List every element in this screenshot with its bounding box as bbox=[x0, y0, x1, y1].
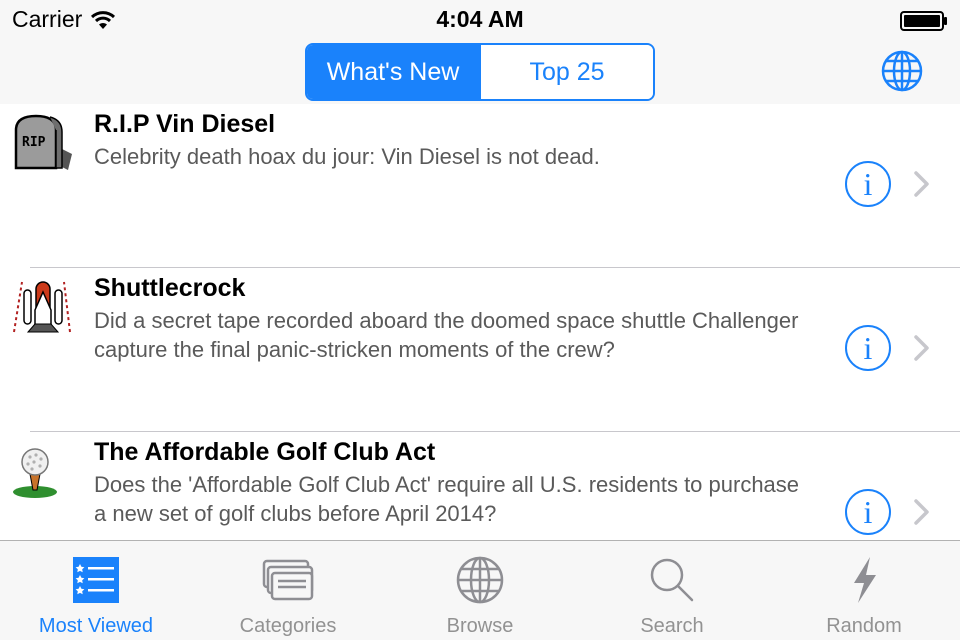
status-time: 4:04 AM bbox=[436, 6, 524, 32]
chevron-right-icon bbox=[914, 171, 929, 197]
segment-top-25[interactable]: Top 25 bbox=[479, 45, 653, 99]
item-description: Celebrity death hoax du jour: Vin Diesel… bbox=[94, 144, 600, 169]
chevron-right-icon bbox=[914, 335, 929, 361]
status-bar: Carrier 4:04 AM bbox=[0, 0, 960, 40]
tab-label: Random bbox=[826, 615, 902, 637]
tab-label: Most Viewed bbox=[38, 615, 154, 637]
space-shuttle-icon bbox=[13, 281, 71, 333]
tab-browse[interactable]: Browse bbox=[384, 541, 576, 640]
list-item[interactable]: The Affordable Golf Club Act Does the 'A… bbox=[0, 432, 960, 540]
tab-search[interactable]: Search bbox=[576, 541, 768, 640]
globe-icon bbox=[456, 556, 504, 604]
most-viewed-list-icon bbox=[73, 557, 119, 603]
magnifier-icon bbox=[650, 558, 694, 602]
list-item[interactable]: RIP R.I.P Vin Diesel Celebrity death hoa… bbox=[0, 104, 960, 268]
tombstone-icon: RIP bbox=[14, 114, 72, 170]
segment-whats-new[interactable]: What's New bbox=[307, 45, 479, 99]
list-item[interactable]: Shuttlecrock Did a secret tape recorded … bbox=[0, 268, 960, 432]
tab-label: Browse bbox=[446, 615, 514, 637]
tab-most-viewed[interactable]: Most Viewed bbox=[0, 541, 192, 640]
battery-icon bbox=[900, 11, 947, 31]
item-title: The Affordable Golf Club Act bbox=[94, 438, 436, 466]
tab-label: Categories bbox=[239, 615, 337, 637]
chevron-right-icon bbox=[914, 499, 929, 525]
lightning-icon bbox=[854, 557, 876, 603]
tab-bar: Most Viewed Categories Browse Search Ran… bbox=[0, 540, 960, 640]
item-description: Did a secret tape recorded aboard the do… bbox=[94, 308, 799, 362]
tab-label: Search bbox=[640, 615, 704, 637]
tab-random[interactable]: Random bbox=[768, 541, 960, 640]
categories-icon bbox=[262, 559, 314, 601]
article-list: RIP R.I.P Vin Diesel Celebrity death hoa… bbox=[0, 104, 960, 540]
item-title: Shuttlecrock bbox=[94, 274, 246, 302]
golf-ball-icon bbox=[13, 448, 57, 498]
globe-icon[interactable] bbox=[880, 49, 924, 93]
info-button[interactable]: i bbox=[845, 489, 891, 535]
tab-categories[interactable]: Categories bbox=[192, 541, 384, 640]
item-title: R.I.P Vin Diesel bbox=[94, 110, 276, 138]
info-button[interactable]: i bbox=[845, 161, 891, 207]
info-button[interactable]: i bbox=[845, 325, 891, 371]
nav-bar: What's New Top 25 bbox=[0, 40, 960, 104]
segmented-control: What's New Top 25 bbox=[305, 43, 655, 101]
svg-text:RIP: RIP bbox=[22, 135, 46, 150]
item-description: Does the 'Affordable Golf Club Act' requ… bbox=[94, 472, 800, 526]
